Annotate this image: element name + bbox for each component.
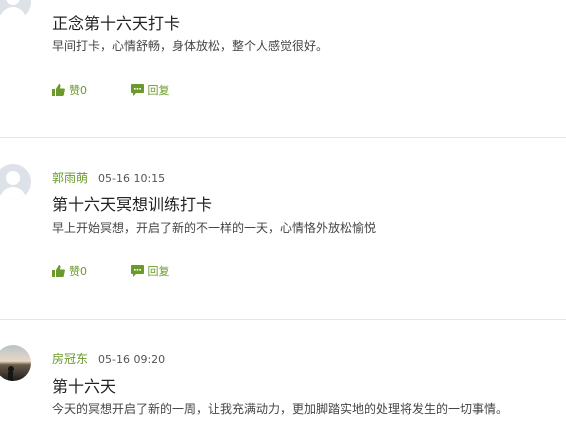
reply-button[interactable]: 回复	[130, 263, 170, 279]
thumbs-up-icon	[52, 84, 65, 96]
post-actions: 赞0 回复	[52, 263, 170, 280]
avatar[interactable]	[0, 164, 31, 200]
comment-icon	[130, 84, 144, 96]
divider	[0, 137, 566, 138]
avatar[interactable]	[0, 0, 31, 20]
avatar[interactable]	[0, 345, 31, 381]
post-title: 第十六天冥想训练打卡	[52, 195, 213, 214]
post-title: 第十六天	[52, 377, 117, 396]
post-title: 正念第十六天打卡	[52, 14, 181, 33]
post-meta: 房冠东 05-16 09:20	[52, 350, 165, 367]
username-link[interactable]: 房冠东	[52, 352, 88, 366]
thumbs-up-icon	[52, 265, 65, 277]
post-content: 今天的冥想开启了新的一周，让我充满动力，更加脚踏实地的处理将发生的一切事情。	[52, 402, 509, 416]
post-actions: 赞0 回复	[52, 82, 170, 99]
post-content: 早上开始冥想，开启了新的不一样的一天，心情恪外放松愉悦	[52, 221, 377, 235]
post-time: 05-16 09:20	[98, 353, 166, 366]
like-count: 赞0	[69, 84, 87, 97]
like-button[interactable]: 赞0	[52, 82, 87, 98]
comment-icon	[130, 265, 144, 277]
divider	[0, 319, 566, 320]
reply-button[interactable]: 回复	[130, 82, 170, 98]
like-count: 赞0	[69, 265, 87, 278]
post-content: 早间打卡，心情舒畅，身体放松，整个人感觉很好。	[52, 39, 329, 53]
reply-label: 回复	[147, 84, 170, 97]
username-link[interactable]: 郭雨萌	[52, 171, 88, 185]
post-time: 05-16 10:15	[98, 172, 166, 185]
post-meta: 郭雨萌 05-16 10:15	[52, 169, 165, 186]
reply-label: 回复	[147, 265, 170, 278]
like-button[interactable]: 赞0	[52, 263, 87, 279]
